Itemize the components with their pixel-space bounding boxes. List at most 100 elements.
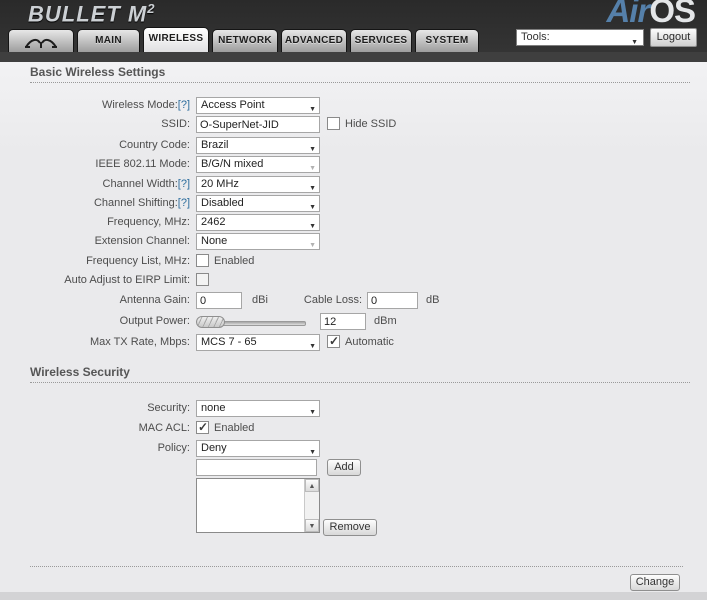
tab-system[interactable]: SYSTEM bbox=[415, 29, 479, 52]
security-select[interactable]: none ▼ bbox=[196, 400, 320, 417]
tab-services[interactable]: SERVICES bbox=[350, 29, 412, 52]
mac-address-input[interactable] bbox=[196, 459, 317, 476]
wireless-settings-page: Basic Wireless Settings Wireless Mode:[?… bbox=[0, 62, 707, 592]
ssid-input[interactable] bbox=[196, 116, 320, 133]
channel-shifting-help-link[interactable]: [?] bbox=[178, 197, 190, 209]
content-top-border bbox=[0, 52, 707, 62]
chevron-down-icon: ▼ bbox=[309, 223, 316, 230]
logout-button[interactable]: Logout bbox=[650, 28, 697, 47]
change-button[interactable]: Change bbox=[630, 574, 680, 591]
policy-select[interactable]: Deny ▼ bbox=[196, 440, 320, 457]
mac-acl-checkbox-label: Enabled bbox=[214, 422, 255, 434]
country-code-label: Country Code: bbox=[119, 139, 190, 151]
output-power-label: Output Power: bbox=[119, 315, 190, 327]
chevron-down-icon: ▼ bbox=[309, 449, 316, 456]
channel-width-label: Channel Width: bbox=[102, 178, 178, 190]
tab-home[interactable] bbox=[8, 29, 74, 52]
row-channel-width: Channel Width:[?] 20 MHz ▼ bbox=[0, 176, 707, 194]
frequency-select[interactable]: 2462 ▼ bbox=[196, 214, 320, 231]
add-button[interactable]: Add bbox=[327, 459, 361, 476]
frequency-list-checkbox-label: Enabled bbox=[214, 255, 255, 267]
row-ssid: SSID: Hide SSID bbox=[0, 116, 707, 134]
header: BULLET M2 AirOS MAIN WIRELESS NETWORK AD… bbox=[0, 0, 707, 52]
security-label: Security: bbox=[147, 402, 190, 414]
wireless-mode-select[interactable]: Access Point ▼ bbox=[196, 97, 320, 114]
wireless-mode-help-link[interactable]: [?] bbox=[178, 99, 190, 111]
frequency-list-checkbox[interactable] bbox=[196, 254, 209, 267]
row-mac-add: Add bbox=[0, 459, 707, 477]
hide-ssid-label: Hide SSID bbox=[345, 118, 397, 130]
chevron-down-icon: ▼ bbox=[309, 106, 316, 113]
tab-main[interactable]: MAIN bbox=[77, 29, 140, 52]
row-max-tx-rate: Max TX Rate, Mbps: MCS 7 - 65▼ Automatic bbox=[0, 334, 707, 352]
device-logo: BULLET M2 bbox=[28, 1, 156, 27]
output-power-input[interactable] bbox=[320, 313, 366, 330]
row-policy: Policy: Deny ▼ bbox=[0, 440, 707, 458]
cable-loss-label: Cable Loss: bbox=[303, 294, 362, 306]
frequency-list-label: Frequency List, MHz: bbox=[86, 255, 190, 267]
policy-label: Policy: bbox=[157, 442, 190, 454]
cable-loss-input[interactable] bbox=[367, 292, 418, 309]
airos-logo: AirOS bbox=[606, 0, 696, 29]
chevron-down-icon: ▼ bbox=[309, 409, 316, 416]
max-tx-rate-label: Max TX Rate, Mbps: bbox=[89, 336, 190, 348]
tab-network[interactable]: NETWORK bbox=[212, 29, 278, 52]
scroll-down-icon[interactable]: ▼ bbox=[305, 519, 319, 532]
chevron-down-icon: ▼ bbox=[309, 146, 316, 153]
row-wireless-mode: Wireless Mode:[?] Access Point ▼ bbox=[0, 97, 707, 115]
footer-divider bbox=[30, 566, 683, 567]
listbox-scrollbar[interactable]: ▲ ▼ bbox=[304, 479, 319, 532]
eirp-limit-label: Auto Adjust to EIRP Limit: bbox=[64, 274, 190, 286]
antenna-gain-input[interactable] bbox=[196, 292, 242, 309]
row-country-code: Country Code: Brazil ▼ bbox=[0, 137, 707, 155]
section-title-wireless-security: Wireless Security bbox=[30, 365, 690, 383]
wireless-mode-label: Wireless Mode: bbox=[101, 99, 178, 111]
extension-channel-select: None ▼ bbox=[196, 233, 320, 250]
max-tx-rate-select[interactable]: MCS 7 - 65 ▼ bbox=[196, 334, 320, 351]
country-code-select[interactable]: Brazil ▼ bbox=[196, 137, 320, 154]
antenna-gain-label: Antenna Gain: bbox=[119, 294, 190, 306]
mac-acl-label: MAC ACL: bbox=[138, 422, 190, 434]
chevron-down-icon: ▼ bbox=[309, 165, 316, 172]
row-frequency-list: Frequency List, MHz: Enabled bbox=[0, 253, 707, 271]
scroll-up-icon[interactable]: ▲ bbox=[305, 479, 319, 492]
cable-loss-unit: dB bbox=[426, 294, 440, 306]
section-title-basic-wireless: Basic Wireless Settings bbox=[30, 65, 690, 83]
ssid-label: SSID: bbox=[161, 118, 190, 130]
content-bottom-border bbox=[0, 592, 707, 600]
automatic-checkbox-label: Automatic bbox=[345, 336, 394, 348]
row-security: Security: none ▼ bbox=[0, 400, 707, 418]
channel-shifting-label: Channel Shifting: bbox=[93, 197, 178, 209]
row-frequency: Frequency, MHz: 2462 ▼ bbox=[0, 214, 707, 232]
chevron-down-icon: ▼ bbox=[309, 343, 316, 350]
ubiquiti-antenna-icon bbox=[25, 38, 57, 48]
row-ieee-mode: IEEE 802.11 Mode: B/G/N mixed ▼ bbox=[0, 156, 707, 174]
row-extension-channel: Extension Channel: None ▼ bbox=[0, 233, 707, 251]
chevron-down-icon: ▼ bbox=[309, 242, 316, 249]
mac-acl-listbox[interactable]: ▲ ▼ bbox=[196, 478, 320, 533]
channel-shifting-select[interactable]: Disabled ▼ bbox=[196, 195, 320, 212]
hide-ssid-checkbox[interactable] bbox=[327, 117, 340, 130]
remove-button[interactable]: Remove bbox=[323, 519, 377, 536]
tab-advanced[interactable]: ADVANCED bbox=[281, 29, 347, 52]
mac-acl-checkbox[interactable] bbox=[196, 420, 209, 434]
row-antenna-gain: Antenna Gain: dBi Cable Loss: dB bbox=[0, 292, 707, 310]
output-power-slider-handle[interactable] bbox=[196, 316, 225, 328]
row-mac-acl: MAC ACL: Enabled bbox=[0, 420, 707, 438]
chevron-down-icon: ▼ bbox=[309, 204, 316, 211]
extension-channel-label: Extension Channel: bbox=[94, 235, 190, 247]
chevron-down-icon: ▼ bbox=[309, 185, 316, 192]
device-logo-sup: 2 bbox=[147, 1, 156, 16]
output-power-unit: dBm bbox=[374, 315, 397, 327]
frequency-label: Frequency, MHz: bbox=[107, 216, 190, 228]
channel-width-select[interactable]: 20 MHz ▼ bbox=[196, 176, 320, 193]
ieee-mode-select: B/G/N mixed ▼ bbox=[196, 156, 320, 173]
ieee-mode-label: IEEE 802.11 Mode: bbox=[95, 158, 190, 170]
channel-width-help-link[interactable]: [?] bbox=[178, 178, 190, 190]
tab-wireless[interactable]: WIRELESS bbox=[143, 27, 209, 52]
chevron-down-icon: ▼ bbox=[631, 39, 638, 46]
automatic-checkbox[interactable] bbox=[327, 334, 340, 348]
eirp-limit-checkbox bbox=[196, 273, 209, 286]
row-output-power: Output Power: dBm bbox=[0, 313, 707, 331]
tools-select[interactable]: Tools: ▼ bbox=[516, 29, 644, 46]
